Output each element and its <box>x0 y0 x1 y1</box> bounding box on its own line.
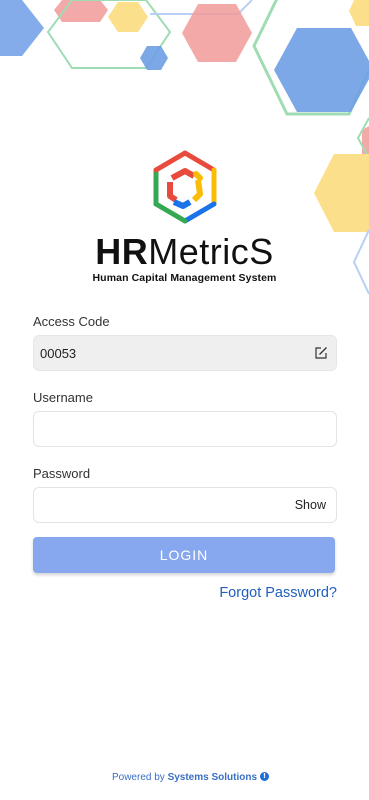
show-password-toggle[interactable]: Show <box>295 498 326 512</box>
username-input[interactable] <box>34 412 336 446</box>
edit-icon[interactable] <box>314 346 328 360</box>
brand-name-rest: MetricS <box>148 231 274 272</box>
login-button[interactable]: LOGIN <box>33 537 335 573</box>
username-field-wrapper <box>33 411 337 447</box>
brand-header: HRMetricS Human Capital Management Syste… <box>0 150 369 284</box>
password-input[interactable] <box>34 488 336 522</box>
brand-name-bold: HR <box>95 231 149 272</box>
brand-name: HRMetricS <box>0 232 369 272</box>
login-form: Access Code Username Password Show LOGIN… <box>33 313 337 601</box>
footer-powered-by: Powered by Systems Solutions <box>0 772 369 783</box>
info-icon[interactable]: ! <box>260 772 269 781</box>
access-code-label: Access Code <box>33 314 110 329</box>
access-code-input[interactable] <box>34 336 336 370</box>
password-field-wrapper: Show <box>33 487 337 523</box>
powered-by-prefix: Powered by <box>111 772 165 783</box>
forgot-password-link[interactable]: Forgot Password? <box>33 585 337 601</box>
hrmetrics-logo-icon <box>153 150 216 224</box>
brand-tagline: Human Capital Management System <box>92 272 277 284</box>
access-code-field-wrapper <box>33 335 337 371</box>
password-label: Password <box>33 466 91 481</box>
company-name: Systems Solutions <box>167 772 258 783</box>
username-label: Username <box>33 390 93 405</box>
